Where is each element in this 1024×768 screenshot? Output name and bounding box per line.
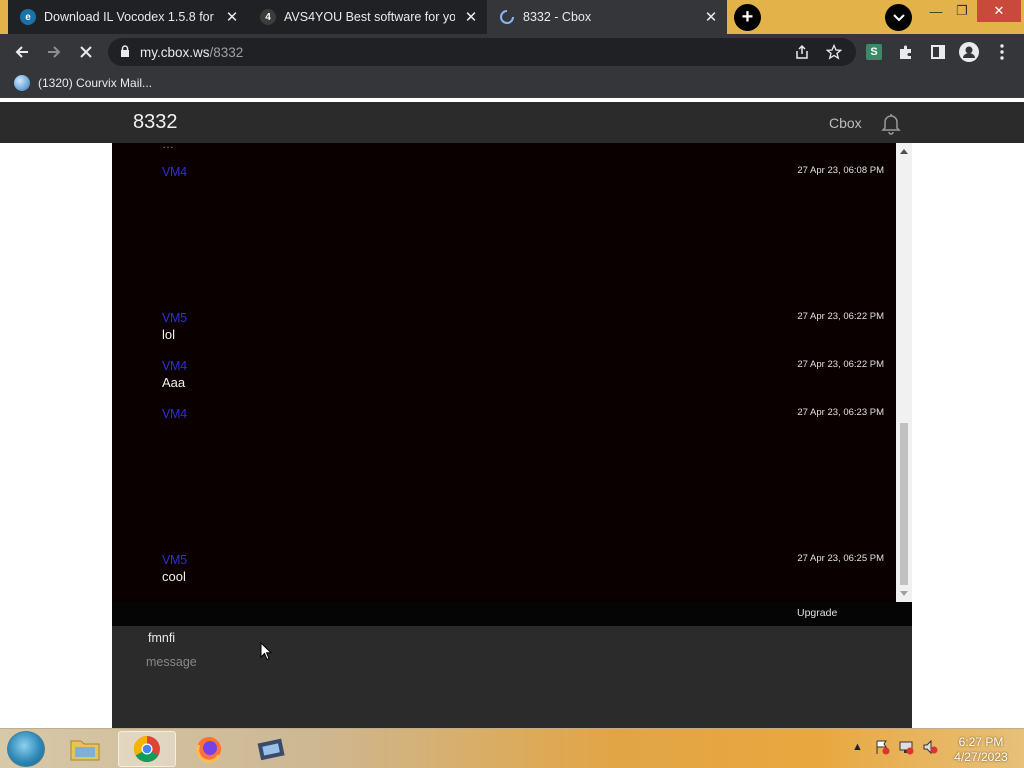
taskbar-firefox[interactable] — [180, 731, 238, 767]
share-icon — [796, 44, 808, 59]
clock-date: 4/27/2023 — [954, 750, 1008, 764]
tab-title: Download IL Vocodex 1.5.8 for W — [44, 10, 216, 24]
upgrade-link[interactable]: Upgrade — [797, 607, 837, 619]
tab-avs4you[interactable]: 4 AVS4YOU Best software for you o ✕ — [248, 0, 487, 34]
cutoff-text: … — [162, 143, 174, 151]
message-text: Aaa — [162, 375, 186, 390]
clock-time: 6:27 PM — [958, 735, 1004, 749]
message-timestamp: 27 Apr 23, 06:23 PM — [797, 407, 884, 418]
chat-scrollbar[interactable] — [896, 143, 912, 602]
close-window-button[interactable]: ✕ — [977, 0, 1021, 22]
url-path: /8332 — [209, 44, 244, 60]
message-timestamp: 27 Apr 23, 06:22 PM — [797, 311, 884, 322]
cbox-header: 8332 Cbox — [0, 102, 1024, 143]
taskbar-chrome[interactable] — [118, 731, 176, 767]
profile-button[interactable] — [957, 40, 981, 64]
bookmark-label: (1320) Courvix Mail... — [38, 76, 153, 90]
tab-title: AVS4YOU Best software for you o — [284, 10, 455, 24]
extension-s-icon: S — [866, 44, 882, 60]
firefox-icon — [196, 737, 221, 763]
taskbar-movie-maker[interactable] — [242, 731, 300, 767]
start-button[interactable] — [7, 731, 45, 767]
taskbar-explorer[interactable] — [56, 731, 114, 767]
arrow-left-icon — [15, 46, 28, 58]
tab-title: 8332 - Cbox — [523, 10, 592, 24]
close-icon — [80, 46, 92, 58]
system-clock[interactable]: 6:27 PM 4/27/2023 — [950, 735, 1012, 765]
tab-vocodex[interactable]: e Download IL Vocodex 1.5.8 for W ✕ — [8, 0, 248, 34]
tab-strip: e Download IL Vocodex 1.5.8 for W ✕ 4 AV… — [0, 0, 1024, 34]
scroll-up-arrow-icon[interactable] — [896, 143, 912, 159]
message-input[interactable] — [146, 652, 646, 672]
back-button[interactable] — [10, 40, 34, 64]
network-icon[interactable] — [898, 739, 914, 758]
message-composer: fmnfi — [112, 626, 912, 728]
avs4you-favicon-icon: 4 — [260, 9, 276, 25]
scroll-down-arrow-icon[interactable] — [896, 586, 912, 602]
cbox-brand-link[interactable]: Cbox — [829, 115, 862, 131]
message-item: VM5 27 Apr 23, 06:22 PM lol — [162, 311, 884, 342]
message-username[interactable]: VM4 — [162, 165, 884, 179]
message-username[interactable]: VM5 — [162, 311, 884, 325]
film-icon — [257, 738, 285, 761]
bookmark-star-button[interactable] — [822, 40, 846, 64]
scrollbar-thumb[interactable] — [900, 423, 908, 585]
tray-overflow-icon[interactable]: ▲ — [852, 741, 863, 753]
new-tab-button[interactable]: + — [734, 4, 761, 31]
tab-close-icon[interactable]: ✕ — [463, 9, 479, 26]
message-username[interactable]: VM4 — [162, 407, 884, 421]
message-username[interactable]: VM4 — [162, 359, 884, 373]
folder-icon — [70, 740, 100, 761]
windows-taskbar: ▲ 6:27 PM 4/27/2023 — [0, 728, 1024, 768]
tab-cbox[interactable]: 8332 - Cbox ✕ — [487, 0, 727, 34]
vocodex-favicon-icon: e — [20, 9, 36, 25]
notifications-bell-icon[interactable] — [879, 111, 903, 140]
bookmark-courvix-mail[interactable]: (1320) Courvix Mail... — [14, 75, 152, 91]
extension-s-button[interactable]: S — [862, 40, 886, 64]
room-title: 8332 — [133, 111, 178, 133]
upgrade-bar: Upgrade — [112, 602, 912, 626]
chevron-down-icon — [892, 13, 905, 21]
tab-close-icon[interactable]: ✕ — [703, 9, 719, 26]
lock-icon — [120, 44, 130, 60]
chat-message-list[interactable]: … VM4 27 Apr 23, 06:08 PM VM5 27 Apr 23,… — [112, 143, 896, 602]
side-panel-button[interactable] — [926, 40, 950, 64]
browser-menu-button[interactable] — [990, 40, 1014, 64]
message-item: VM4 27 Apr 23, 06:08 PM — [162, 165, 884, 181]
tab-search-button[interactable] — [885, 4, 912, 31]
forward-button[interactable] — [42, 40, 66, 64]
message-item: VM5 27 Apr 23, 06:25 PM cool — [162, 553, 884, 584]
message-text: cool — [162, 569, 186, 584]
loading-spinner-icon — [499, 9, 515, 25]
message-username[interactable]: VM5 — [162, 553, 884, 567]
avatar-icon — [959, 42, 979, 62]
message-timestamp: 27 Apr 23, 06:22 PM — [797, 359, 884, 370]
mail-favicon-icon — [14, 75, 30, 91]
composer-username[interactable]: fmnfi — [148, 631, 175, 645]
tab-close-icon[interactable]: ✕ — [224, 9, 240, 26]
mouse-pointer-icon — [260, 641, 273, 666]
extensions-button[interactable] — [894, 40, 918, 64]
stop-loading-button[interactable] — [74, 40, 98, 64]
message-timestamp: 27 Apr 23, 06:08 PM — [797, 165, 884, 176]
message-item: VM4 27 Apr 23, 06:23 PM — [162, 407, 884, 423]
puzzle-icon — [900, 45, 911, 59]
browser-toolbar: my.cbox.ws/8332 S — [0, 34, 1024, 70]
star-icon — [826, 44, 842, 60]
message-timestamp: 27 Apr 23, 06:25 PM — [797, 553, 884, 564]
arrow-right-icon — [48, 46, 61, 58]
side-panel-icon — [931, 45, 945, 59]
page-viewport: 8332 Cbox … VM4 27 Apr 23, 06:08 PM VM5 … — [0, 102, 1024, 728]
address-bar[interactable]: my.cbox.ws/8332 — [108, 38, 856, 66]
share-button[interactable] — [790, 40, 814, 64]
chrome-icon — [133, 735, 160, 763]
url-host: my.cbox.ws — [140, 44, 210, 60]
restore-button[interactable]: ❐ — [946, 0, 978, 22]
bookmarks-bar: (1320) Courvix Mail... — [0, 70, 1024, 98]
message-item: VM4 27 Apr 23, 06:22 PM Aaa — [162, 359, 884, 390]
kebab-menu-icon — [1000, 44, 1004, 60]
action-center-flag-icon[interactable] — [874, 739, 890, 758]
message-text: lol — [162, 327, 176, 342]
volume-muted-icon[interactable] — [922, 739, 938, 758]
